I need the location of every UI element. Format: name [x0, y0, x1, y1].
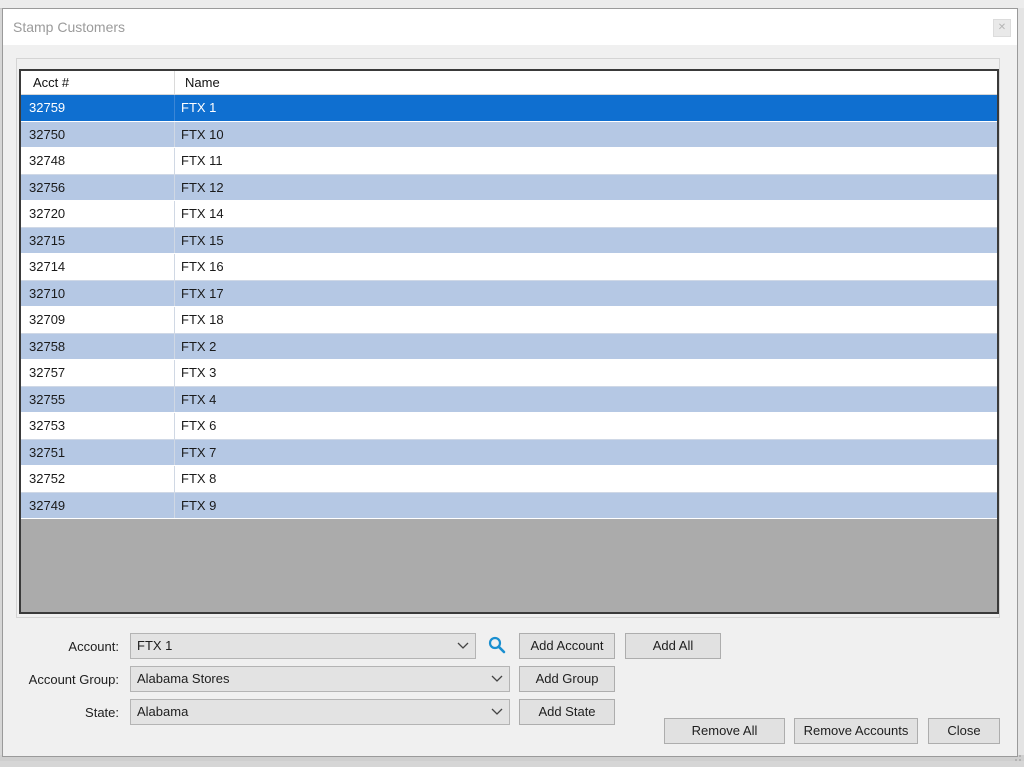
column-header-name[interactable]: Name [175, 71, 220, 94]
name-cell: FTX 11 [181, 153, 223, 168]
acct-cell: 32752 [21, 466, 175, 492]
add-group-button[interactable]: Add Group [519, 666, 615, 692]
chevron-down-icon[interactable] [491, 667, 503, 691]
name-cell: FTX 9 [181, 497, 217, 513]
account-group-label: Account Group: [28, 672, 119, 687]
add-account-button[interactable]: Add Account [519, 633, 615, 659]
acct-cell: 32750 [21, 121, 175, 147]
title-bar: Stamp Customers ✕ [3, 9, 1017, 45]
name-cell: FTX 3 [181, 365, 217, 380]
search-icon[interactable] [488, 636, 506, 654]
close-button[interactable]: Close [928, 718, 1000, 744]
table-row[interactable]: 32720 FTX 14 [21, 201, 997, 228]
name-cell: FTX 15 [181, 232, 224, 248]
column-header-acct[interactable]: Acct # [21, 71, 175, 94]
table-row[interactable]: 32758 FTX 2 [21, 333, 997, 360]
chevron-down-icon[interactable] [457, 634, 469, 658]
add-all-button[interactable]: Add All [625, 633, 721, 659]
add-state-button[interactable]: Add State [519, 699, 615, 725]
account-label: Account: [68, 639, 119, 654]
name-cell: FTX 18 [181, 312, 224, 327]
name-cell: FTX 16 [181, 259, 224, 274]
grid-rows: 32759 FTX 1 32750 FTX 10 32748 FTX 11 32756 FTX… [21, 95, 997, 519]
acct-cell: 32751 [21, 439, 175, 465]
state-label: State: [85, 705, 119, 720]
acct-cell: 32748 [21, 148, 175, 174]
table-row[interactable]: 32714 FTX 16 [21, 254, 997, 281]
table-row[interactable]: 32750 FTX 10 [21, 121, 997, 148]
name-cell: FTX 12 [181, 179, 224, 195]
acct-cell: 32757 [21, 360, 175, 386]
table-row[interactable]: 32757 FTX 3 [21, 360, 997, 387]
acct-cell: 32758 [21, 333, 175, 359]
acct-cell: 32710 [21, 280, 175, 306]
acct-cell: 32759 [21, 95, 175, 121]
window-title: Stamp Customers [13, 19, 126, 35]
chevron-down-icon[interactable] [491, 700, 503, 724]
name-cell: FTX 4 [181, 391, 217, 407]
acct-cell: 32720 [21, 201, 175, 227]
remove-accounts-button[interactable]: Remove Accounts [794, 718, 918, 744]
account-combo[interactable]: FTX 1 [130, 633, 476, 659]
acct-cell: 32753 [21, 413, 175, 439]
account-combo-value: FTX 1 [137, 638, 173, 653]
remove-all-button[interactable]: Remove All [664, 718, 785, 744]
table-row[interactable]: 32753 FTX 6 [21, 413, 997, 440]
table-row[interactable]: 32759 FTX 1 [21, 95, 997, 122]
name-cell: FTX 10 [181, 126, 224, 142]
acct-cell: 32714 [21, 254, 175, 280]
table-row[interactable]: 32748 FTX 11 [21, 148, 997, 175]
state-combo[interactable]: Alabama [130, 699, 510, 725]
acct-cell: 32749 [21, 492, 175, 518]
table-row[interactable]: 32715 FTX 15 [21, 227, 997, 254]
table-row[interactable]: 32756 FTX 12 [21, 174, 997, 201]
table-row[interactable]: 32755 FTX 4 [21, 386, 997, 413]
name-cell: FTX 8 [181, 471, 217, 486]
state-combo-value: Alabama [137, 704, 189, 719]
table-row[interactable]: 32710 FTX 17 [21, 280, 997, 307]
table-row[interactable]: 32751 FTX 7 [21, 439, 997, 466]
grid-header: Acct # Name [21, 71, 997, 95]
name-cell: FTX 14 [181, 206, 224, 221]
resize-grip-icon[interactable] [1012, 749, 1022, 761]
name-cell: FTX 2 [181, 338, 217, 354]
acct-cell: 32715 [21, 227, 175, 253]
name-cell: FTX 1 [181, 100, 217, 115]
table-row[interactable]: 32749 FTX 9 [21, 492, 997, 519]
account-group-combo-value: Alabama Stores [137, 671, 230, 686]
acct-cell: 32709 [21, 307, 175, 333]
acct-cell: 32755 [21, 386, 175, 412]
close-icon[interactable]: ✕ [993, 19, 1011, 37]
name-cell: FTX 7 [181, 444, 217, 460]
background-app-edge [1018, 8, 1024, 761]
table-row[interactable]: 32709 FTX 18 [21, 307, 997, 334]
account-group-combo[interactable]: Alabama Stores [130, 666, 510, 692]
accounts-grid[interactable]: Acct # Name 32759 FTX 1 32750 FTX 10 32748 FT… [19, 69, 999, 614]
name-cell: FTX 17 [181, 285, 224, 301]
table-row[interactable]: 32752 FTX 8 [21, 466, 997, 493]
name-cell: FTX 6 [181, 418, 217, 433]
acct-cell: 32756 [21, 174, 175, 200]
